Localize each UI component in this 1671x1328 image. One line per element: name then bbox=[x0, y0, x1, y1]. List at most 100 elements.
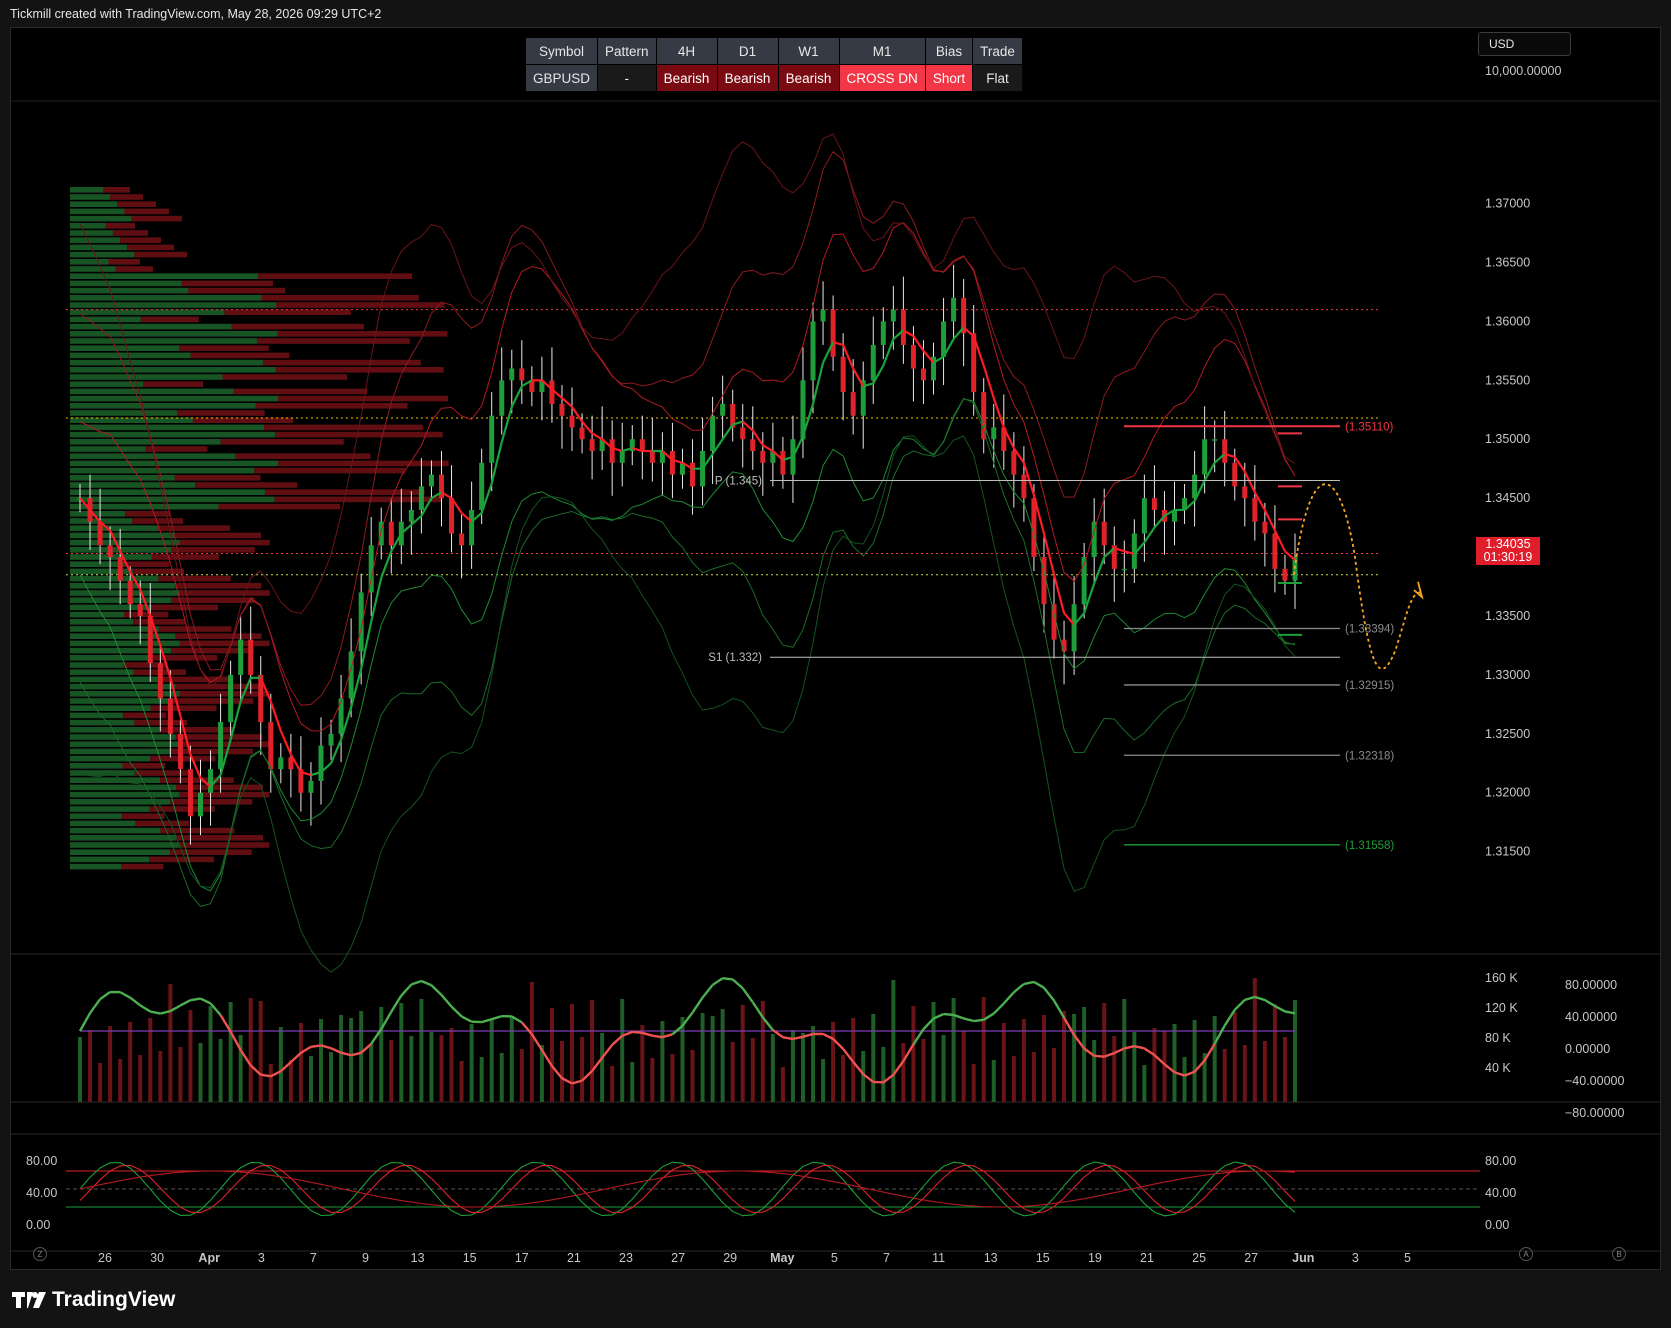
candle-bear bbox=[830, 309, 836, 357]
volume-profile-bar-buy bbox=[70, 835, 177, 841]
candle-bear bbox=[579, 427, 585, 440]
scale-auto-button[interactable]: A bbox=[1519, 1247, 1533, 1261]
volume-profile-bar-sell bbox=[174, 475, 261, 481]
moving-average-segment bbox=[1093, 556, 1106, 584]
scale-log-button[interactable]: Z bbox=[33, 1247, 47, 1261]
volume-profile-bar-buy bbox=[70, 741, 180, 747]
candle-bear bbox=[1272, 533, 1278, 569]
candle-bear bbox=[740, 427, 746, 440]
moving-average-segment bbox=[279, 730, 292, 755]
volume-profile-bar-buy bbox=[70, 611, 125, 618]
candle-bull bbox=[951, 297, 957, 322]
volume-bar-sell bbox=[1262, 1041, 1267, 1102]
volume-profile-bar-buy bbox=[70, 482, 196, 488]
volume-bar-sell bbox=[1112, 1036, 1117, 1102]
candle-bear bbox=[840, 356, 846, 393]
volume-bar-buy bbox=[1142, 1065, 1147, 1102]
volume-bar-buy bbox=[600, 1033, 605, 1102]
candle-bear bbox=[669, 451, 675, 475]
oscillator-line-segment bbox=[78, 1012, 92, 1032]
candle-bull bbox=[880, 321, 886, 345]
volume-profile-bar-buy bbox=[70, 525, 158, 531]
volume-bar-buy bbox=[620, 999, 625, 1102]
volume-bar-sell bbox=[549, 1008, 554, 1102]
volume-profile-bar-buy bbox=[70, 532, 176, 539]
volume-bar-sell bbox=[1222, 1049, 1227, 1102]
candle-bear bbox=[127, 580, 133, 605]
value-symbol: GBPUSD bbox=[524, 64, 599, 92]
scale-b-label: B bbox=[1616, 1250, 1622, 1259]
candle-bull bbox=[428, 474, 434, 487]
volume-bar-buy bbox=[660, 1021, 665, 1102]
oscillator-line-segment bbox=[410, 979, 422, 986]
x-tick-label: 11 bbox=[932, 1251, 945, 1265]
currency-selector[interactable]: USD bbox=[1478, 32, 1571, 56]
volume-bar-buy bbox=[489, 1020, 494, 1102]
header-d1: D1 bbox=[716, 37, 779, 65]
price-tick-label: 1.33500 bbox=[1485, 609, 1530, 623]
volume-profile-bar-sell bbox=[222, 374, 348, 380]
volume-profile-bar-sell bbox=[149, 806, 215, 812]
x-tick-label: 15 bbox=[463, 1251, 477, 1265]
volume-bar-sell bbox=[610, 1066, 615, 1102]
volume-profile-bar-sell bbox=[105, 223, 135, 229]
scale-log-label: Z bbox=[37, 1250, 43, 1259]
x-tick-label: 7 bbox=[310, 1251, 317, 1265]
volume-profile-bar-sell bbox=[277, 395, 449, 402]
volume-bar-sell bbox=[1282, 1037, 1287, 1102]
scale-b-button[interactable]: B bbox=[1612, 1247, 1626, 1261]
oscillator-line-segment bbox=[440, 994, 453, 1008]
volume-profile-bar-sell bbox=[262, 359, 421, 366]
candle-bull bbox=[619, 451, 625, 463]
oscillator-tick-label: 80.00000 bbox=[1565, 978, 1617, 992]
oscillator-line-segment bbox=[491, 1014, 503, 1021]
volume-profile-bar-buy bbox=[70, 698, 171, 704]
volume-bar-sell bbox=[559, 1041, 564, 1102]
candle-bull bbox=[489, 415, 495, 463]
candle-bull bbox=[499, 380, 505, 416]
volume-bar-buy bbox=[891, 980, 896, 1102]
volume-profile-bar-sell bbox=[175, 532, 261, 539]
candle-bear bbox=[248, 639, 254, 675]
volume-bar-buy bbox=[800, 1033, 805, 1102]
price-tick-label: 1.33000 bbox=[1485, 668, 1530, 682]
volume-profile-bar-sell bbox=[179, 691, 270, 697]
volume-bar-buy bbox=[1212, 1016, 1217, 1102]
oscillator-line-segment bbox=[260, 1073, 271, 1078]
oscillator-line-segment bbox=[722, 977, 733, 981]
candle-bull bbox=[1202, 439, 1208, 475]
volume-profile-bar-buy bbox=[70, 439, 221, 445]
candle-bear bbox=[1011, 451, 1017, 475]
volume-profile-bar-sell bbox=[254, 467, 406, 474]
volume-bar-buy bbox=[1293, 1000, 1297, 1102]
candle-bull bbox=[1121, 568, 1127, 571]
x-tick-label: 27 bbox=[1244, 1251, 1258, 1265]
volume-bar-buy bbox=[359, 1011, 364, 1102]
oscillator-line-segment bbox=[1002, 991, 1015, 1005]
candle-bear bbox=[107, 545, 113, 558]
candle-bear bbox=[1252, 498, 1258, 522]
header-symbol: Symbol bbox=[524, 37, 599, 65]
oscillator-tick-label: 0.00000 bbox=[1565, 1042, 1610, 1056]
volume-profile-bar-sell bbox=[179, 539, 270, 546]
volume-bar-buy bbox=[1122, 999, 1127, 1102]
chart-canvas[interactable]: 1.37000 1.36500 1.36000 1.35500 1.35000 1.345… bbox=[10, 27, 1661, 1270]
volume-profile-bar-buy bbox=[70, 719, 135, 726]
volume-profile-bar-sell bbox=[181, 280, 273, 287]
volume-bar-buy bbox=[198, 1043, 203, 1102]
value-4h: Bearish bbox=[655, 64, 718, 92]
volume-profile-bar-buy bbox=[70, 813, 122, 819]
volume-bar-buy bbox=[821, 1059, 826, 1102]
moving-average-segment bbox=[591, 432, 603, 441]
candle-bear bbox=[639, 439, 645, 452]
candle-bear bbox=[690, 462, 696, 487]
x-tick-label: 3 bbox=[1352, 1251, 1359, 1265]
x-tick-label: 23 bbox=[619, 1251, 633, 1265]
volume-bar-buy bbox=[208, 1006, 213, 1102]
oscillator-line-segment bbox=[711, 977, 724, 986]
volume-bar-buy bbox=[1132, 1032, 1137, 1102]
signal-table: Symbol Pattern 4H D1 W1 M1 Bias Trade GB… bbox=[524, 37, 1023, 92]
oscillator-line-segment bbox=[179, 999, 192, 1007]
candle-bear bbox=[1222, 439, 1228, 463]
price-tick-label: 1.36500 bbox=[1485, 256, 1530, 270]
